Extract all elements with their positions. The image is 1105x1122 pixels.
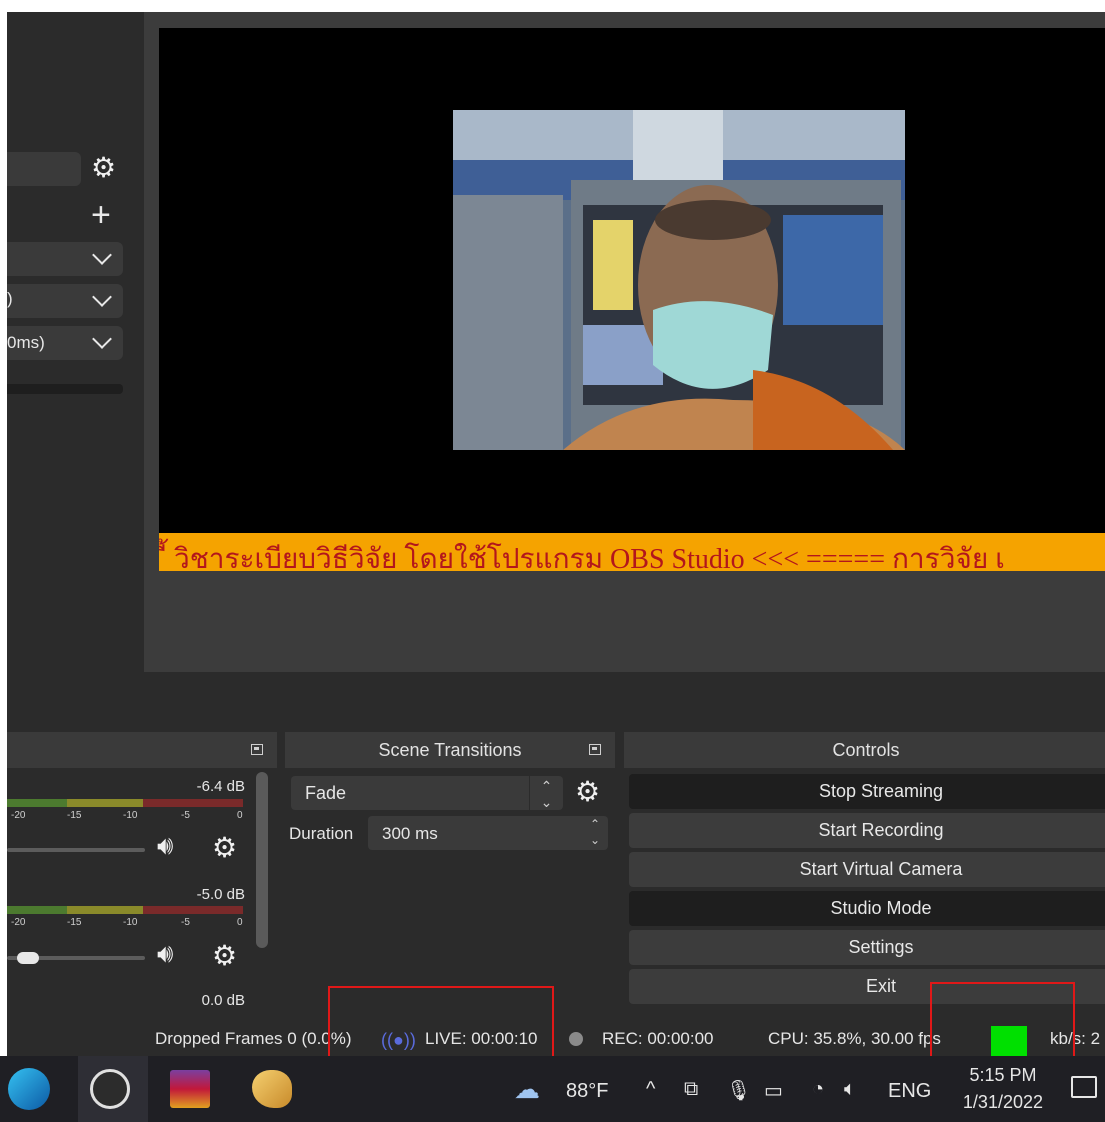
audio-meter [7,799,243,807]
transition-select-value: Fade [305,783,347,803]
start-recording-button[interactable]: Start Recording [629,813,1105,848]
clock-time: 5:15 PM [969,1065,1037,1085]
gear-icon[interactable]: ⚙ [212,834,237,862]
audio-meter [7,906,243,914]
speaker-icon[interactable]: 🔊︎ [157,938,173,970]
ticker-text-source: ี้ วิชาระเบียบวิธีวิจัย โดยใช้โปรแกรม OB… [159,533,1105,571]
plus-icon[interactable]: + [91,198,111,232]
taskbar: ☁ 88°F ^ ⧉ 🎙︎ ▭ ◔ 🔈︎ ENG 5:15 PM 1/31/20… [0,1056,1105,1122]
transition-select[interactable]: Fade ⌃ ⌄ [291,776,563,810]
paint-icon[interactable] [252,1070,292,1108]
weather-temp[interactable]: 88°F [566,1080,608,1103]
gear-icon[interactable]: ⚙ [575,778,600,806]
wifi-icon[interactable]: ◔ [812,1078,824,1101]
controls-title: Controls [832,740,900,760]
webcam-source [453,110,905,450]
start-virtual-camera-button[interactable]: Start Virtual Camera [629,852,1105,887]
tick-label: -20 [11,810,26,821]
tick-label: -10 [123,917,138,928]
clock[interactable]: 5:15 PM 1/31/2022 [963,1062,1043,1116]
meter-ticks: -20 -15 -10 -5 0 [7,917,243,929]
properties-slider[interactable] [7,384,123,394]
controls-header: Controls [624,732,1105,768]
gear-icon[interactable]: ⚙ [212,942,237,970]
tick-label: -15 [67,917,82,928]
ticker-text: ี้ วิชาระเบียบวิธีวิจัย โดยใช้โปรแกรม OB… [167,544,1005,571]
undock-icon[interactable] [251,744,263,755]
weather-icon[interactable]: ☁ [514,1074,540,1105]
spin-arrows-icon[interactable]: ⌃ ⌄ [582,816,608,850]
edge-icon[interactable] [8,1068,50,1110]
notification-icon[interactable] [1071,1076,1097,1098]
clock-date: 1/31/2022 [962,1092,1043,1112]
properties-dropdown-3-value: 0ms) [7,333,45,352]
language-indicator[interactable]: ENG [888,1080,931,1103]
mixer-db-label: -5.0 dB [196,886,245,903]
microphone-icon[interactable]: 🎙︎ [726,1078,751,1103]
rec-timer: REC: 00:00:00 [602,1029,714,1048]
meet-icon[interactable]: ⧉ [684,1078,698,1101]
duration-label: Duration [289,824,354,843]
cpu-fps: CPU: 35.8%, 30.00 fps [768,1029,941,1048]
button-label: Exit [865,976,896,996]
meter-ticks: -20 -15 -10 -5 0 [7,810,243,822]
gear-icon[interactable]: ⚙ [91,154,116,182]
chevron-up-icon[interactable]: ^ [646,1078,655,1101]
select-arrows-icon: ⌃ ⌄ [529,776,563,810]
duration-spinbox[interactable]: 300 ms ⌃ ⌄ [368,816,608,850]
tick-label: -15 [67,810,82,821]
dropped-frames: Dropped Frames 0 (0.0%) [155,1029,352,1048]
tick-label: -20 [11,917,26,928]
scene-transitions-title: Scene Transitions [378,740,522,760]
duration-value: 300 ms [382,824,438,843]
button-label: Studio Mode [830,898,932,918]
battery-icon[interactable]: ▭ [764,1078,783,1103]
properties-text-field[interactable] [7,152,81,186]
audio-mixer: -6.4 dB -20 -15 -10 -5 0 🔊︎ ⚙ -5.0 dB -2… [7,768,277,1014]
webcam-image [453,110,905,450]
obs-window: ⚙ + ) 0ms) ี้ วิชาระเบียบวิธีวิจัย โดยใช… [7,12,1105,1062]
mixer-scrollbar[interactable] [256,772,268,948]
obs-icon[interactable] [90,1069,130,1109]
properties-panel: ⚙ + ) 0ms) [7,12,144,672]
rec-dot-icon [569,1032,583,1046]
button-label: Start Virtual Camera [799,859,963,879]
studio-mode-button[interactable]: Studio Mode [629,891,1105,926]
stop-streaming-button[interactable]: Stop Streaming [629,774,1105,809]
scene-transitions-panel: Fade ⌃ ⌄ ⚙ Duration 300 ms ⌃ ⌄ [285,768,615,1014]
screenshot: ⚙ + ) 0ms) ี้ วิชาระเบียบวิธีวิจัย โดยใช… [0,0,1105,1122]
settings-button[interactable]: Settings [629,930,1105,965]
properties-dropdown-2-value: ) [7,289,13,308]
audio-mixer-header [7,732,277,768]
tick-label: -10 [123,810,138,821]
button-label: Settings [848,937,914,957]
undock-icon[interactable] [589,744,601,755]
speaker-icon[interactable]: 🔊︎ [157,830,173,862]
mixer-db-label: 0.0 dB [201,992,245,1009]
mixer-db-label: -6.4 dB [196,778,245,795]
controls-panel: Stop Streaming Start Recording Start Vir… [629,768,1105,1014]
tick-label: -5 [181,917,190,928]
volume-knob[interactable] [16,952,39,964]
button-label: Stop Streaming [818,781,944,801]
tick-label: 0 [237,810,243,821]
tick-label: 0 [237,917,243,928]
tick-label: -5 [181,810,190,821]
scene-transitions-header: Scene Transitions [285,732,615,768]
volume-icon[interactable]: 🔈︎ [844,1078,856,1101]
button-label: Start Recording [818,820,944,840]
winrar-icon[interactable] [170,1070,210,1108]
volume-slider[interactable] [7,848,145,852]
preview-canvas[interactable]: ี้ วิชาระเบียบวิธีวิจัย โดยใช้โปรแกรม OB… [159,28,1105,571]
